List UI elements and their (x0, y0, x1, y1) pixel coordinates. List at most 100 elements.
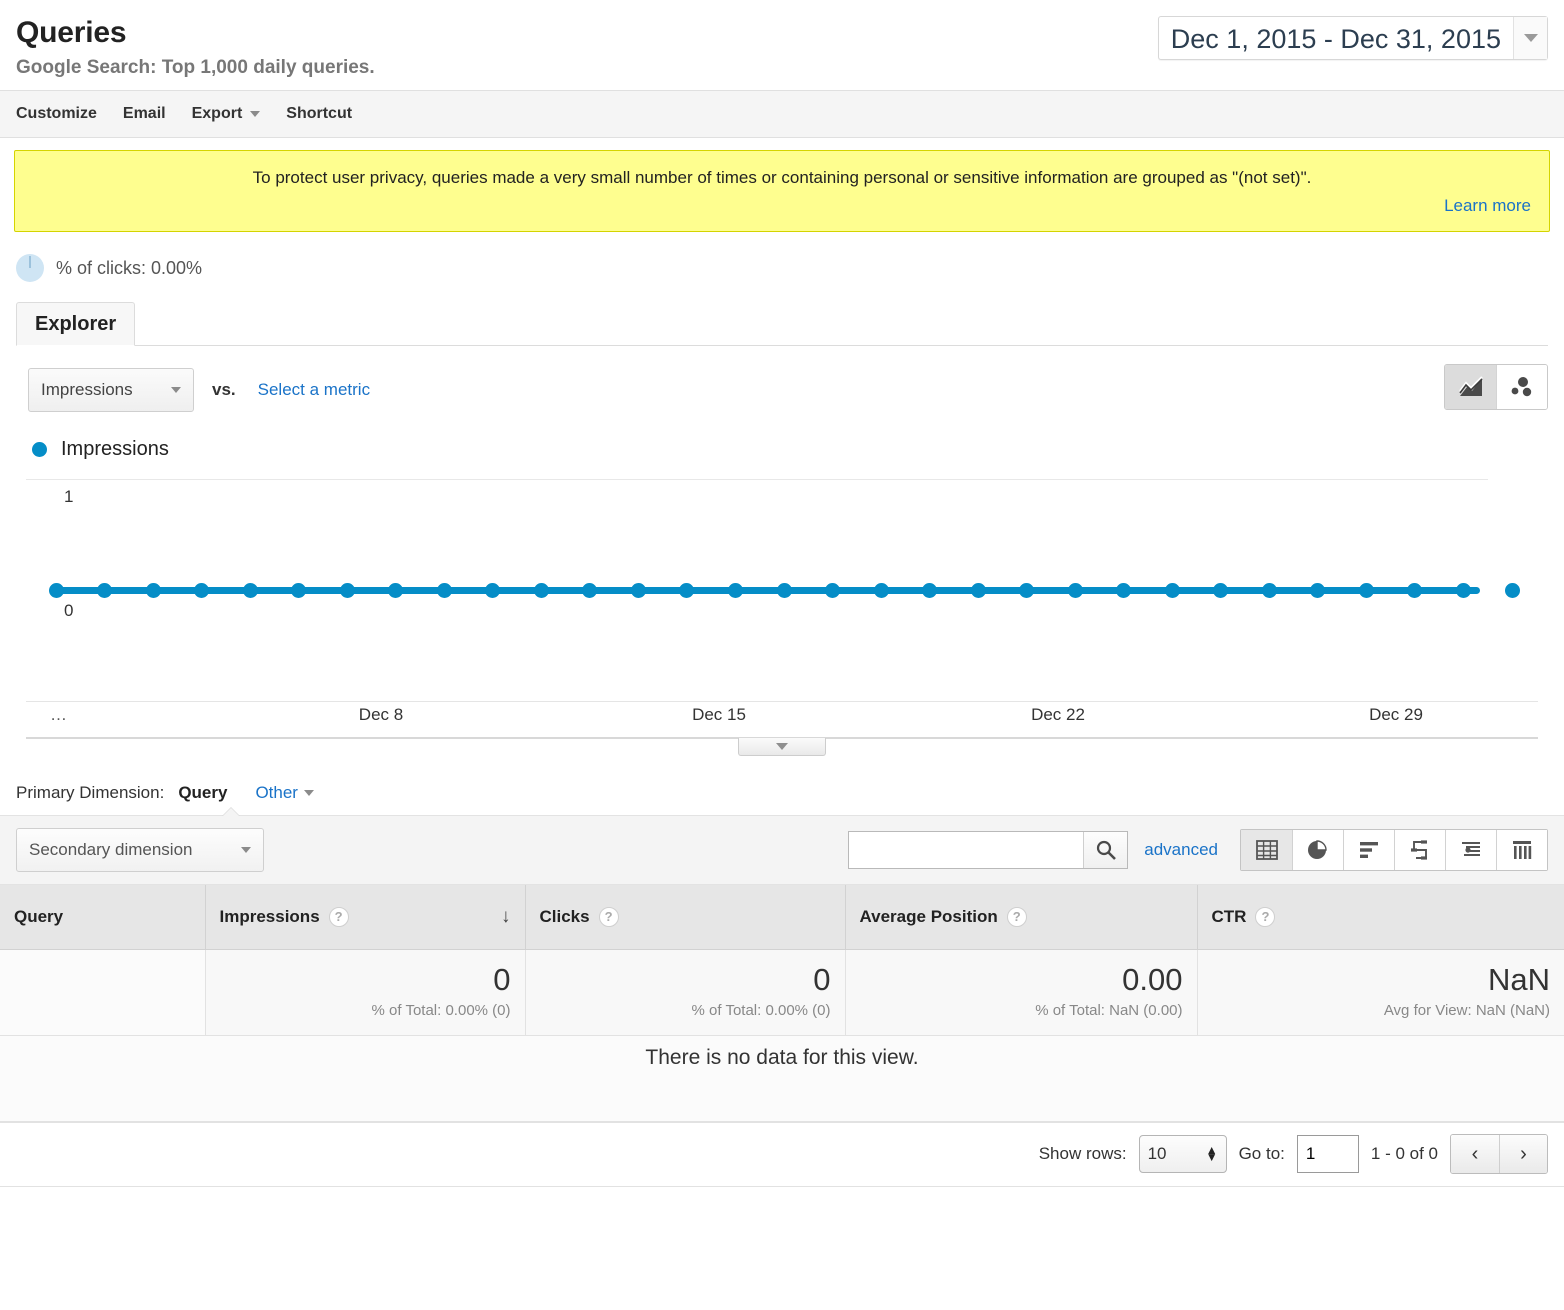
help-icon[interactable]: ? (598, 906, 619, 927)
chart-data-point[interactable] (1261, 583, 1277, 598)
help-icon[interactable]: ? (1255, 906, 1276, 927)
chart-data-point[interactable] (1213, 583, 1229, 598)
motion-chart-icon[interactable] (1496, 365, 1547, 409)
chevron-down-icon (241, 847, 251, 853)
chart-data-point[interactable] (48, 583, 64, 598)
chart-data-point[interactable] (194, 583, 210, 598)
chart-data-point[interactable] (873, 583, 889, 598)
date-range-picker[interactable]: Dec 1, 2015 - Dec 31, 2015 (1157, 16, 1548, 60)
chart-data-point[interactable] (825, 583, 841, 598)
table-view-icon[interactable] (1241, 830, 1292, 870)
chart-data-point[interactable] (727, 583, 743, 598)
comparison-view-icon[interactable] (1445, 830, 1496, 870)
search-icon[interactable] (1083, 832, 1128, 868)
column-header-impressions[interactable]: Impressions ? ↓ (205, 885, 526, 950)
chart-data-point[interactable] (776, 583, 792, 598)
column-header-ctr[interactable]: CTR ? (1197, 885, 1564, 950)
chart-data-point[interactable] (339, 583, 355, 598)
column-header-query[interactable]: Query (0, 885, 206, 950)
chart-data-point[interactable] (1067, 583, 1083, 598)
primary-dimension-other[interactable]: Other (255, 783, 314, 803)
tab-explorer[interactable]: Explorer (16, 302, 136, 346)
summary-impressions-sub: % of Total: 0.00% (0) (371, 1001, 511, 1019)
summary-cell-query (0, 949, 206, 1036)
tab-explorer-label: Explorer (35, 312, 117, 335)
pie-view-icon[interactable] (1292, 830, 1343, 870)
previous-page-button[interactable]: ‹ (1451, 1135, 1499, 1173)
show-rows-select[interactable]: 10 ▲ ▼ (1138, 1135, 1227, 1173)
primary-dimension-query[interactable]: Query (178, 783, 227, 803)
chart-data-point[interactable] (1455, 583, 1471, 598)
x-axis-tick-dec8: Dec 8 (358, 705, 404, 724)
column-header-average-position[interactable]: Average Position ? (845, 885, 1198, 950)
chart-data-point[interactable] (970, 583, 986, 598)
customize-button[interactable]: Customize (16, 105, 97, 123)
chart-data-point[interactable] (1358, 583, 1374, 598)
chart-data-point[interactable] (1310, 583, 1326, 598)
search-and-views: advanced (848, 829, 1548, 871)
x-axis-tick-dec29: Dec 29 (1369, 705, 1423, 724)
export-button[interactable]: Export (192, 105, 261, 123)
goto-page-input[interactable] (1296, 1135, 1359, 1173)
chart-data-point[interactable] (485, 583, 501, 598)
clicks-summary-label: % of clicks: 0.00% (56, 257, 203, 278)
chart-data-point[interactable] (1116, 583, 1132, 598)
help-icon[interactable]: ? (328, 906, 349, 927)
chart-legend: Impressions (0, 412, 1564, 461)
chart-data-point[interactable] (679, 583, 695, 598)
chart-data-point[interactable] (922, 583, 938, 598)
chart-expand-handle[interactable] (738, 738, 826, 756)
primary-dimension-other-label[interactable]: Other (255, 783, 298, 803)
chart-data-point[interactable] (630, 583, 646, 598)
search-input[interactable] (849, 832, 1084, 868)
chart-data-point[interactable] (242, 583, 258, 598)
column-header-ctr-label: CTR (1211, 906, 1247, 926)
chart-data-point[interactable] (533, 583, 549, 598)
chart-data-point[interactable] (582, 583, 598, 598)
table-search[interactable] (848, 831, 1129, 869)
summary-cell-ctr: NaN Avg for View: NaN (NaN) (1197, 949, 1564, 1036)
column-header-average-position-label: Average Position (859, 906, 998, 926)
chart-data-point[interactable] (97, 583, 113, 598)
chevron-down-icon[interactable] (1513, 17, 1547, 59)
impressions-line-chart[interactable]: 1 0 … Dec 8 Dec 15 Dec 22 Dec 29 (16, 479, 1548, 759)
column-header-query-label: Query (14, 906, 64, 926)
column-header-impressions-label: Impressions (219, 906, 320, 926)
chart-data-point[interactable] (436, 583, 452, 598)
primary-dimension-label: Primary Dimension: (16, 783, 165, 802)
email-label: Email (122, 105, 166, 122)
column-header-clicks[interactable]: Clicks ? (525, 885, 846, 950)
shortcut-button[interactable]: Shortcut (286, 105, 352, 123)
chevron-down-icon (171, 387, 181, 393)
next-page-button[interactable]: › (1499, 1135, 1547, 1173)
pivot-view-icon[interactable] (1496, 830, 1547, 870)
chart-data-point[interactable] (1407, 583, 1423, 598)
learn-more-link[interactable]: Learn more (1444, 196, 1531, 215)
help-icon[interactable]: ? (1006, 906, 1027, 927)
select-metric-link[interactable]: Select a metric (258, 380, 370, 400)
chart-axis-line (26, 701, 1538, 702)
bar-view-icon[interactable] (1343, 830, 1394, 870)
chart-data-point[interactable] (388, 583, 404, 598)
summary-average-position-value: 0.00 (1122, 961, 1183, 997)
metric-select-value: Impressions (41, 380, 133, 399)
table-no-data-row: There is no data for this view. (0, 1035, 1564, 1122)
chart-data-point[interactable] (1164, 583, 1180, 598)
chart-data-point[interactable] (1019, 583, 1035, 598)
chart-data-point[interactable] (145, 583, 161, 598)
no-data-message: There is no data for this view. (0, 1035, 1564, 1122)
chart-type-toggle (1444, 364, 1548, 410)
primary-dimension-row: Primary Dimension: Query Other (0, 759, 1564, 803)
secondary-dimension-select[interactable]: Secondary dimension (16, 828, 264, 872)
line-chart-icon[interactable] (1445, 365, 1496, 409)
metric-controls: Impressions vs. Select a metric (0, 346, 1564, 412)
chevron-down-icon (776, 743, 788, 750)
performance-view-icon[interactable] (1394, 830, 1445, 870)
chart-data-point[interactable] (1504, 583, 1520, 598)
advanced-search-link[interactable]: advanced (1144, 840, 1218, 860)
summary-cell-impressions: 0 % of Total: 0.00% (0) (205, 949, 526, 1036)
chart-data-point[interactable] (291, 583, 307, 598)
sort-descending-icon[interactable]: ↓ (501, 907, 511, 926)
metric-select[interactable]: Impressions (28, 368, 194, 412)
email-button[interactable]: Email (123, 105, 166, 123)
